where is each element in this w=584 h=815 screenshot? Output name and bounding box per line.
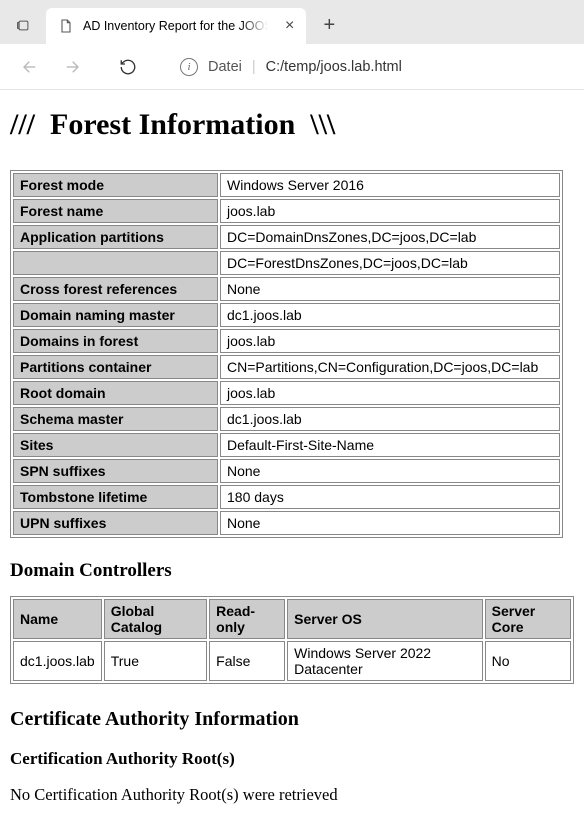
dc-heading: Domain Controllers: [10, 560, 574, 582]
table-value: DC=ForestDnsZones,DC=joos,DC=lab: [220, 251, 560, 275]
table-row: Root domainjoos.lab: [13, 381, 560, 405]
table-key: [13, 251, 218, 275]
tab-title: AD Inventory Report for the JOOS: [83, 19, 268, 33]
table-cell: Windows Server 2022 Datacenter: [287, 641, 483, 681]
table-row: Domains in forestjoos.lab: [13, 329, 560, 353]
table-key: Schema master: [13, 407, 218, 431]
table-row: UPN suffixesNone: [13, 511, 560, 535]
address-bar[interactable]: i Datei | C:/temp/joos.lab.html: [170, 58, 572, 76]
table-value: CN=Partitions,CN=Configuration,DC=joos,D…: [220, 355, 560, 379]
ca-heading: Certificate Authority Information: [10, 708, 574, 731]
column-header: Read-only: [209, 599, 285, 639]
site-info-icon[interactable]: i: [180, 58, 198, 76]
table-value: joos.lab: [220, 329, 560, 353]
table-key: Domains in forest: [13, 329, 218, 353]
table-value: None: [220, 277, 560, 301]
table-row: SPN suffixesNone: [13, 459, 560, 483]
table-row: Partitions containerCN=Partitions,CN=Con…: [13, 355, 560, 379]
table-row: Tombstone lifetime180 days: [13, 485, 560, 509]
close-icon[interactable]: ×: [285, 17, 294, 35]
new-tab-button[interactable]: +: [312, 8, 346, 42]
table-key: Application partitions: [13, 225, 218, 249]
table-cell: dc1.joos.lab: [13, 641, 102, 681]
table-value: joos.lab: [220, 199, 560, 223]
table-value: dc1.joos.lab: [220, 303, 560, 327]
browser-titlebar: AD Inventory Report for the JOOS × +: [0, 0, 584, 44]
table-row: Domain naming masterdc1.joos.lab: [13, 303, 560, 327]
table-value: DC=DomainDnsZones,DC=joos,DC=lab: [220, 225, 560, 249]
table-key: Sites: [13, 433, 218, 457]
table-row: Application partitionsDC=DomainDnsZones,…: [13, 225, 560, 249]
dc-table: NameGlobal CatalogRead-onlyServer OSServ…: [10, 596, 574, 684]
table-row: Schema masterdc1.joos.lab: [13, 407, 560, 431]
forward-button[interactable]: [54, 49, 90, 85]
column-header: Server OS: [287, 599, 483, 639]
table-row: Forest namejoos.lab: [13, 199, 560, 223]
back-button[interactable]: [12, 49, 48, 85]
table-cell: True: [104, 641, 207, 681]
column-header: Global Catalog: [104, 599, 207, 639]
table-value: 180 days: [220, 485, 560, 509]
column-header: Name: [13, 599, 102, 639]
table-cell: False: [209, 641, 285, 681]
address-path: C:/temp/joos.lab.html: [266, 59, 402, 75]
table-row: DC=ForestDnsZones,DC=joos,DC=lab: [13, 251, 560, 275]
table-value: Windows Server 2016: [220, 173, 560, 197]
table-key: SPN suffixes: [13, 459, 218, 483]
table-row: SitesDefault-First-Site-Name: [13, 433, 560, 457]
page-title: /// Forest Information \\\: [10, 108, 574, 142]
ca-text: No Certification Authority Root(s) were …: [10, 785, 574, 805]
table-row: Cross forest referencesNone: [13, 277, 560, 301]
browser-tab[interactable]: AD Inventory Report for the JOOS ×: [46, 8, 306, 44]
table-value: joos.lab: [220, 381, 560, 405]
table-key: Forest name: [13, 199, 218, 223]
browser-toolbar: i Datei | C:/temp/joos.lab.html: [0, 44, 584, 90]
table-value: dc1.joos.lab: [220, 407, 560, 431]
table-key: Cross forest references: [13, 277, 218, 301]
refresh-button[interactable]: [110, 49, 146, 85]
table-row: dc1.joos.labTrueFalseWindows Server 2022…: [13, 641, 571, 681]
table-key: Forest mode: [13, 173, 218, 197]
table-key: Domain naming master: [13, 303, 218, 327]
table-key: Root domain: [13, 381, 218, 405]
table-key: Tombstone lifetime: [13, 485, 218, 509]
address-separator: |: [252, 59, 256, 75]
table-row: Forest modeWindows Server 2016: [13, 173, 560, 197]
document-icon: [58, 18, 74, 34]
ca-sub-heading: Certification Authority Root(s): [10, 749, 574, 769]
table-key: Partitions container: [13, 355, 218, 379]
address-scheme: Datei: [208, 59, 242, 75]
table-value: None: [220, 511, 560, 535]
table-key: UPN suffixes: [13, 511, 218, 535]
window-collections-icon[interactable]: [6, 8, 40, 42]
table-value: None: [220, 459, 560, 483]
page-content: /// Forest Information \\\ Forest modeWi…: [0, 90, 584, 815]
column-header: Server Core: [485, 599, 571, 639]
forest-info-table: Forest modeWindows Server 2016Forest nam…: [10, 170, 563, 538]
table-value: Default-First-Site-Name: [220, 433, 560, 457]
table-cell: No: [485, 641, 571, 681]
